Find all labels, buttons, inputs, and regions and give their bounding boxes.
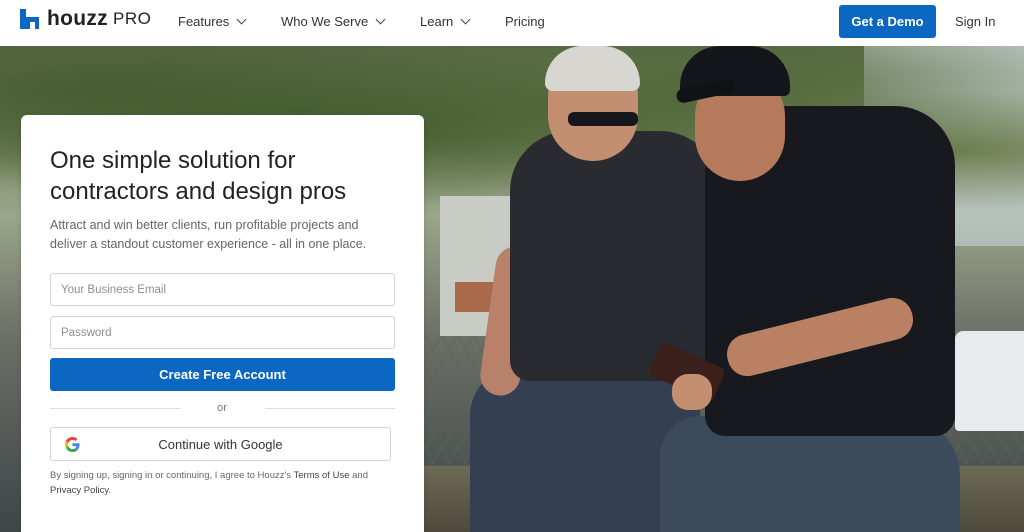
legal-and: and [349, 470, 368, 481]
houzz-logo-icon [20, 9, 39, 29]
nav-features-label: Features [178, 14, 230, 29]
password-input[interactable] [50, 316, 395, 349]
nav-pricing[interactable]: Pricing [505, 14, 545, 29]
top-nav: houzz PRO Features Who We Serve Learn Pr… [0, 0, 1024, 46]
nav-who-we-serve-label: Who We Serve [281, 14, 369, 29]
logo-suffix: PRO [112, 9, 152, 28]
chevron-down-icon [375, 14, 386, 25]
terms-of-use-link[interactable]: Terms of Use [294, 470, 350, 481]
logo-text: houzz [47, 7, 108, 30]
signup-card: One simple solution for contractors and … [21, 115, 424, 532]
privacy-policy-link[interactable]: Privacy Policy [50, 485, 108, 496]
legal-prefix: By signing up, signing in or continuing,… [50, 470, 294, 481]
nav-who-we-serve[interactable]: Who We Serve [281, 14, 386, 29]
signup-headline: One simple solution for contractors and … [50, 147, 347, 205]
chevron-down-icon [460, 14, 471, 25]
create-free-account-button[interactable]: Create Free Account [50, 358, 395, 391]
nav-pricing-label: Pricing [505, 14, 545, 29]
google-button-label: Continue with Google [158, 436, 283, 452]
continue-with-google-button[interactable]: Continue with Google [50, 427, 391, 461]
or-separator: or [217, 402, 227, 414]
get-a-demo-button[interactable]: Get a Demo [839, 5, 936, 38]
signup-subtext: Attract and win better clients, run prof… [50, 218, 367, 251]
google-g-icon [65, 437, 80, 452]
nav-learn[interactable]: Learn [420, 14, 471, 29]
nav-learn-label: Learn [420, 14, 454, 29]
legal-notice: By signing up, signing in or continuing,… [50, 468, 390, 498]
divider-left [50, 408, 180, 409]
legal-suffix: . [108, 485, 112, 496]
chevron-down-icon [236, 14, 247, 25]
nav-features[interactable]: Features [178, 14, 247, 29]
business-email-input[interactable] [50, 273, 395, 306]
houzz-pro-logo[interactable]: houzz PRO [20, 7, 151, 31]
sign-in-link[interactable]: Sign In [955, 14, 995, 29]
divider-right [265, 408, 395, 409]
